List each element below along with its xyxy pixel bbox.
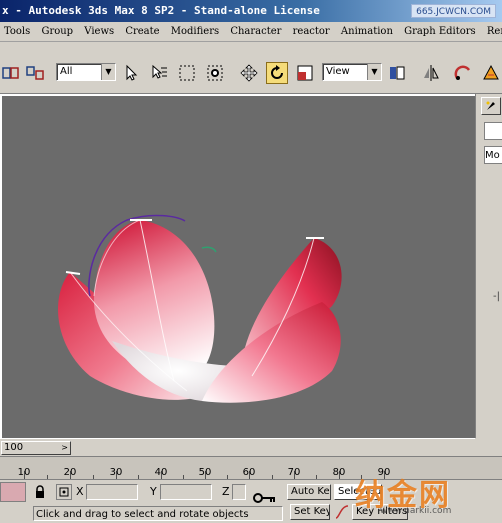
align-icon[interactable] (452, 62, 474, 84)
ruler-tick (93, 475, 94, 479)
reference-coord-value: View (326, 66, 350, 77)
key-icon[interactable] (252, 490, 278, 506)
link-icon[interactable] (0, 62, 22, 84)
menu-graph-editors[interactable]: Graph Editors (400, 22, 480, 41)
chevron-right-icon: > (61, 443, 68, 452)
select-arrow-icon[interactable] (120, 62, 142, 84)
rect-region-icon[interactable] (176, 62, 198, 84)
ruler-tick (47, 475, 48, 479)
y-label: Y (150, 485, 157, 498)
menu-views[interactable]: Views (80, 22, 118, 41)
ruler-label: 20 (63, 467, 77, 478)
rotate-icon[interactable] (266, 62, 288, 84)
selection-filter-value: All (60, 66, 73, 77)
object-name-field[interactable] (484, 122, 502, 140)
modifier-list-dropdown[interactable]: Mo (484, 146, 502, 164)
x-label: X (76, 485, 84, 498)
modifier-list-label: Mo (485, 150, 500, 161)
ruler-label: 60 (242, 467, 256, 478)
z-label: Z (222, 485, 230, 498)
x-coordinate-field[interactable] (86, 484, 138, 500)
perspective-viewport[interactable] (0, 94, 475, 438)
main-toolbar: All ▼ View ▼ (0, 42, 502, 94)
stack-divider: -| (493, 291, 500, 302)
ruler-tick (138, 475, 139, 479)
menu-tools[interactable]: Tools (0, 22, 34, 41)
menu-reactor[interactable]: reactor (289, 22, 334, 41)
window-crossing-icon[interactable] (204, 62, 226, 84)
create-tab-icon[interactable] (481, 97, 501, 115)
ruler-label: 30 (109, 467, 123, 478)
move-icon[interactable] (238, 62, 260, 84)
set-key-button[interactable]: Set Key (290, 504, 330, 520)
menu-modifiers[interactable]: Modifiers (167, 22, 223, 41)
absolute-mode-icon[interactable] (56, 484, 72, 500)
key-mode-dropdown[interactable]: Selected (334, 484, 382, 500)
ruler-tick (361, 475, 362, 479)
reference-coord-dropdown[interactable]: View ▼ (322, 63, 382, 81)
window-title: x - Autodesk 3ds Max 8 SP2 - Stand-alone… (2, 4, 320, 17)
curve-editor-icon[interactable] (480, 62, 502, 84)
title-bar: x - Autodesk 3ds Max 8 SP2 - Stand-alone… (0, 0, 502, 22)
unlink-icon[interactable] (24, 62, 46, 84)
selection-filter-dropdown[interactable]: All ▼ (56, 63, 116, 81)
menu-rendering[interactable]: Renderi (483, 22, 502, 41)
scale-icon[interactable] (294, 62, 316, 84)
named-sets-icon[interactable] (386, 62, 408, 84)
site-badge: 665.JCWCN.COM (411, 4, 496, 18)
ruler-label: 50 (198, 467, 212, 478)
maxscript-listener-mini[interactable] (0, 482, 26, 502)
chevron-down-icon: ▼ (101, 64, 115, 80)
menu-group[interactable]: Group (37, 22, 77, 41)
lock-icon[interactable] (32, 484, 48, 500)
lotus-flower-model[interactable] (2, 96, 475, 438)
default-tangent-icon[interactable] (334, 504, 350, 520)
ruler-label: 70 (287, 467, 301, 478)
y-coordinate-field[interactable] (160, 484, 212, 500)
mirror-icon[interactable] (420, 62, 442, 84)
frame-display: 100 (4, 442, 24, 453)
select-by-name-icon[interactable] (148, 62, 170, 84)
ruler-tick (183, 475, 184, 479)
menu-character[interactable]: Character (226, 22, 285, 41)
chevron-down-icon: ▼ (367, 64, 381, 80)
time-slider[interactable]: 100 > (1, 441, 71, 455)
ruler-tick (272, 475, 273, 479)
z-coordinate-field[interactable] (232, 484, 246, 500)
ruler-label: 40 (154, 467, 168, 478)
menu-animation[interactable]: Animation (337, 22, 397, 41)
ruler-tick (316, 475, 317, 479)
status-bar: X Y Z Auto Key Set Key Selected Key Filt… (0, 480, 502, 523)
command-panel: Mo -| (475, 94, 502, 438)
ruler-label: 10 (17, 467, 31, 478)
track-bar[interactable]: 10 20 30 40 50 60 70 80 90 (0, 456, 502, 480)
ruler-tick (227, 475, 228, 479)
menu-bar: Tools Group Views Create Modifiers Chara… (0, 22, 502, 42)
menu-create[interactable]: Create (121, 22, 163, 41)
time-slider-bar: 100 > (0, 438, 475, 456)
ruler-label: 80 (332, 467, 346, 478)
ruler-label: 90 (377, 467, 391, 478)
prompt-line: Click and drag to select and rotate obje… (33, 506, 283, 521)
auto-key-button[interactable]: Auto Key (287, 484, 331, 500)
key-filters-button[interactable]: Key Filters... (352, 504, 408, 520)
